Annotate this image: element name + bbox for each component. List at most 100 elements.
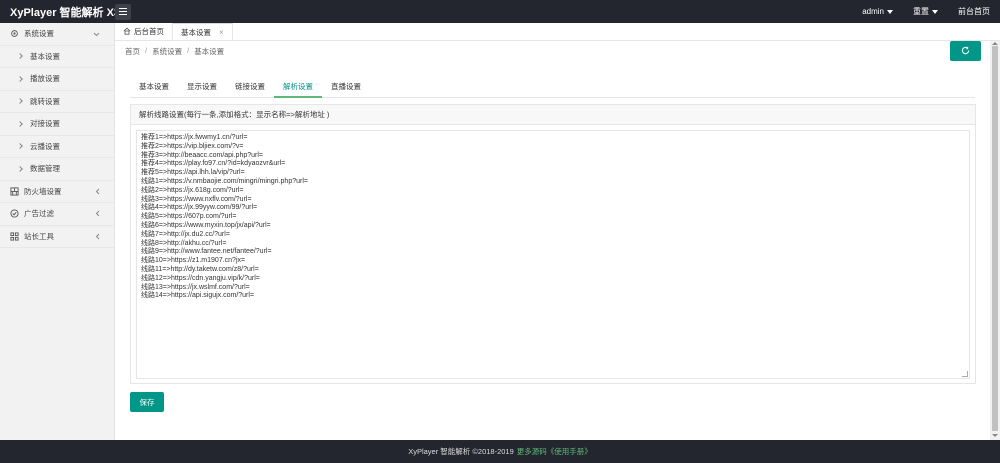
sidebar-subitem-data[interactable]: 数据管理	[0, 158, 114, 181]
sidebar-item-tools[interactable]: 站长工具	[0, 226, 114, 248]
tab-label: 基本设置	[181, 27, 211, 37]
parse-line: 线路3=>https://www.nxflv.com/?url=	[141, 195, 252, 203]
refresh-icon	[961, 45, 970, 57]
breadcrumb-item[interactable]: 系统设置	[152, 46, 182, 57]
breadcrumb-separator: /	[187, 46, 190, 55]
tab-label: 后台首页	[134, 27, 164, 36]
parse-line: 线路10=>https://z1.m1907.cn?jx=	[141, 257, 246, 265]
chevron-right-icon	[17, 143, 23, 150]
frontpage-label: 前台首页	[958, 7, 990, 16]
breadcrumb: 首页 / 系统设置 / 基本设置	[125, 46, 224, 57]
home-icon	[123, 27, 131, 37]
frontpage-link[interactable]: 前台首页	[948, 0, 1000, 23]
sidebar-item-label: 广告过滤	[24, 209, 54, 219]
parse-line: 线路1=>https://v.nmbaojie.com/mingri/mingr…	[141, 177, 308, 185]
user-menu[interactable]: admin	[852, 0, 903, 23]
parse-line: 线路4=>https://jx.99yyw.com/99/?url=	[141, 204, 258, 212]
close-icon[interactable]: ×	[219, 28, 224, 37]
resize-handle[interactable]	[962, 371, 968, 377]
chevron-right-icon	[17, 120, 23, 127]
parse-line: 线路9=>http://www.fantee.net/fantee/?url=	[141, 248, 272, 256]
firewall-icon	[10, 187, 19, 196]
menu-toggle-button[interactable]	[115, 3, 131, 20]
parse-line: 线路13=>https://jx.wslmf.com/?url=	[141, 283, 250, 291]
sidebar-item-system-settings[interactable]: 系统设置	[0, 23, 114, 46]
refresh-button[interactable]	[950, 41, 981, 61]
chevron-right-icon	[17, 98, 23, 105]
parse-line: 推荐5=>https://api.lhh.la/vip/?url=	[141, 169, 245, 177]
parse-line: 线路5=>https://607p.com/?url=	[141, 213, 237, 221]
sidebar: 系统设置 基本设置 播放设置 跳转设置 对接设置 云播设置 数据管理 防火墙设置…	[0, 23, 115, 440]
breadcrumb-separator: /	[145, 46, 148, 55]
sidebar-item-firewall[interactable]: 防火墙设置	[0, 181, 114, 203]
parse-line: 推荐4=>https://play.fo97.cn/?id=kdyaozvr&u…	[141, 160, 286, 168]
parse-line: 线路12=>https://cdn.yangju.vip/k/?url=	[141, 274, 260, 282]
sidebar-item-label: 站长工具	[24, 231, 54, 241]
parse-lines-panel: 解析线路设置(每行一条,添加格式：显示名称=>解析地址 ) 推荐1=>https…	[130, 104, 976, 384]
chevron-left-icon	[95, 188, 100, 197]
footer: XyPlayer 智能解析 ©2018-2019 更多源码《使用手册》	[0, 440, 1000, 463]
subtab-parse[interactable]: 解析设置	[274, 80, 322, 98]
panel-body: 推荐1=>https://jx.fwwmy1.cn/?url= 推荐2=>http…	[131, 125, 975, 384]
scroll-up-icon[interactable]	[992, 42, 998, 45]
chevron-right-icon	[17, 75, 23, 82]
parse-lines-textarea[interactable]: 推荐1=>https://jx.fwwmy1.cn/?url= 推荐2=>http…	[136, 130, 970, 379]
breadcrumb-item[interactable]: 首页	[125, 46, 140, 57]
scrollbar-thumb[interactable]	[992, 46, 998, 431]
caret-down-icon	[887, 9, 893, 14]
parse-line: 线路7=>http://jx.du2.cc/?url=	[141, 230, 230, 238]
sidebar-subitem-label: 云播设置	[30, 141, 60, 151]
sidebar-subitem-jump[interactable]: 跳转设置	[0, 91, 114, 113]
subtab-display[interactable]: 显示设置	[178, 80, 226, 98]
sidebar-subitem-label: 跳转设置	[30, 96, 60, 106]
subtab-link[interactable]: 链接设置	[226, 80, 274, 98]
parse-line: 线路2=>https://jx.618g.com/?url=	[141, 186, 244, 194]
parse-line: 线路6=>https://www.myxin.top/jx/api/?url=	[141, 221, 271, 229]
sidebar-subitem-play[interactable]: 播放设置	[0, 68, 114, 91]
sidebar-subitem-label: 播放设置	[30, 74, 60, 84]
subtab-basic[interactable]: 基本设置	[130, 80, 178, 98]
settings-subtabs: 基本设置 显示设置 链接设置 解析设置 直播设置	[130, 80, 975, 98]
panel-title: 解析线路设置(每行一条,添加格式：显示名称=>解析地址 )	[131, 105, 975, 125]
reset-label: 重置	[913, 7, 929, 16]
tools-icon	[10, 232, 19, 241]
parse-line: 线路11=>http://dy.taketw.com/z8/?url=	[141, 265, 259, 273]
menu-icon-line	[119, 8, 127, 9]
sidebar-subitem-label: 数据管理	[30, 164, 60, 174]
parse-line: 推荐2=>https://vip.bljiex.com/?v=	[141, 142, 244, 150]
footer-text: XyPlayer 智能解析 ©2018-2019	[408, 447, 514, 456]
parse-line: 线路14=>https://api.sigujx.com/?url=	[141, 292, 255, 300]
tab-basic-settings[interactable]: 基本设置 ×	[173, 23, 233, 40]
sidebar-item-ad-filter[interactable]: 广告过滤	[0, 203, 114, 226]
username: admin	[862, 7, 884, 16]
app-logo: XyPlayer 智能解析 X3	[10, 6, 121, 19]
sidebar-item-label: 防火墙设置	[24, 186, 62, 196]
subtab-live[interactable]: 直播设置	[322, 80, 370, 98]
caret-down-icon	[932, 9, 938, 14]
chevron-right-icon	[17, 165, 23, 172]
footer-link[interactable]: 更多源码《使用手册》	[517, 446, 592, 457]
chevron-down-icon	[93, 30, 100, 39]
chevron-left-icon	[95, 210, 100, 219]
sidebar-subitem-cloudplay[interactable]: 云播设置	[0, 136, 114, 158]
top-right-menu: admin 重置 前台首页	[852, 0, 1000, 23]
breadcrumb-item: 基本设置	[194, 47, 225, 56]
top-bar: XyPlayer 智能解析 X3 admin 重置 前台首页	[0, 0, 1000, 23]
save-button[interactable]: 保存	[130, 392, 164, 412]
sidebar-subitem-basic[interactable]: 基本设置	[0, 46, 114, 68]
menu-icon-line	[119, 11, 127, 12]
filter-icon	[10, 209, 19, 218]
reset-menu[interactable]: 重置	[903, 0, 948, 23]
chevron-right-icon	[17, 53, 23, 60]
menu-icon-line	[119, 14, 127, 15]
scroll-down-icon[interactable]	[992, 434, 998, 437]
parse-line: 推荐1=>https://jx.fwwmy1.cn/?url=	[141, 134, 248, 141]
sidebar-item-label: 系统设置	[24, 29, 54, 39]
gear-icon	[10, 29, 19, 38]
tab-bar: 后台首页 基本设置 ×	[115, 23, 1000, 41]
sidebar-subitem-label: 对接设置	[30, 119, 60, 129]
tab-home[interactable]: 后台首页	[115, 23, 173, 40]
sidebar-subitem-label: 基本设置	[30, 51, 60, 61]
sidebar-subitem-connect[interactable]: 对接设置	[0, 113, 114, 136]
chevron-left-icon	[95, 233, 100, 242]
